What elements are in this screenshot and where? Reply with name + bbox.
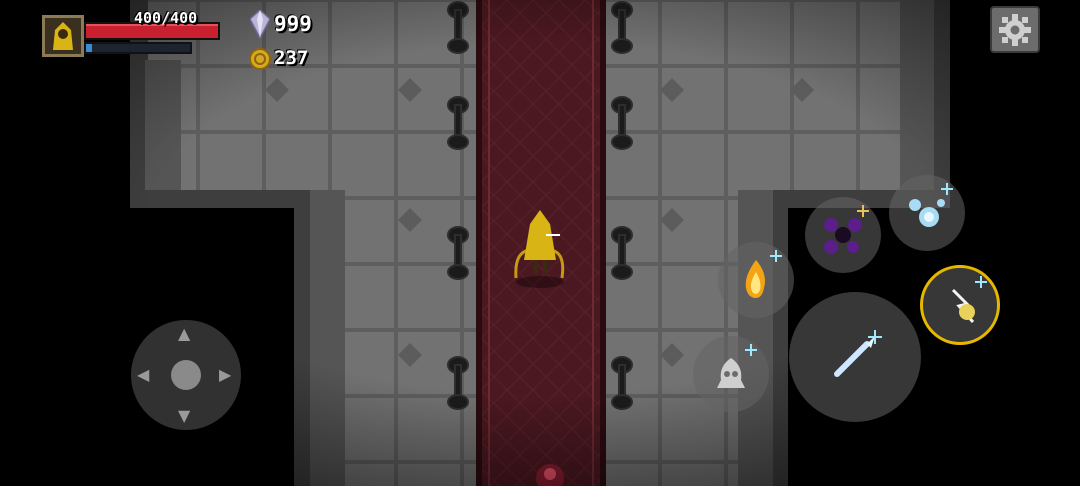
lightning-skill-button[interactable] [920, 265, 1000, 345]
arrow-left-icon: ◀ [137, 365, 150, 384]
ice-burst-skill-button[interactable] [889, 175, 965, 251]
spirit-skill-button[interactable] [693, 336, 769, 412]
player-portrait [42, 15, 84, 57]
coin-count: 237 [274, 47, 309, 69]
lightning-skill-icon [951, 276, 987, 323]
fire-skill-icon [745, 250, 782, 298]
gem-count: 999 [274, 12, 312, 36]
movement-joystick[interactable]: ▲ ▼ ◀ ▶ [131, 320, 241, 430]
arrow-down-icon: ▼ [178, 406, 191, 425]
crystal-gem-icon [249, 8, 271, 40]
mana-bar [84, 42, 192, 54]
arrow-right-icon: ▶ [219, 365, 232, 384]
health-text: 400/400 [134, 9, 198, 27]
arrow-up-icon: ▲ [178, 324, 191, 343]
gear-icon [999, 13, 1031, 46]
ice-spear-attack-button[interactable] [789, 292, 921, 422]
ice-spear-icon [834, 330, 882, 377]
joystick-knob[interactable] [171, 360, 201, 390]
mana-bar-fill [86, 44, 93, 52]
settings-button[interactable] [990, 6, 1040, 53]
shadow-void-icon [824, 205, 869, 254]
spirit-skill-icon [717, 344, 757, 388]
gold-coin-icon [249, 48, 271, 70]
shadow-void-skill-button[interactable] [805, 197, 881, 273]
hooded-hero-icon [53, 22, 73, 50]
fire-skill-button[interactable] [718, 242, 794, 318]
ice-burst-icon [909, 183, 953, 227]
